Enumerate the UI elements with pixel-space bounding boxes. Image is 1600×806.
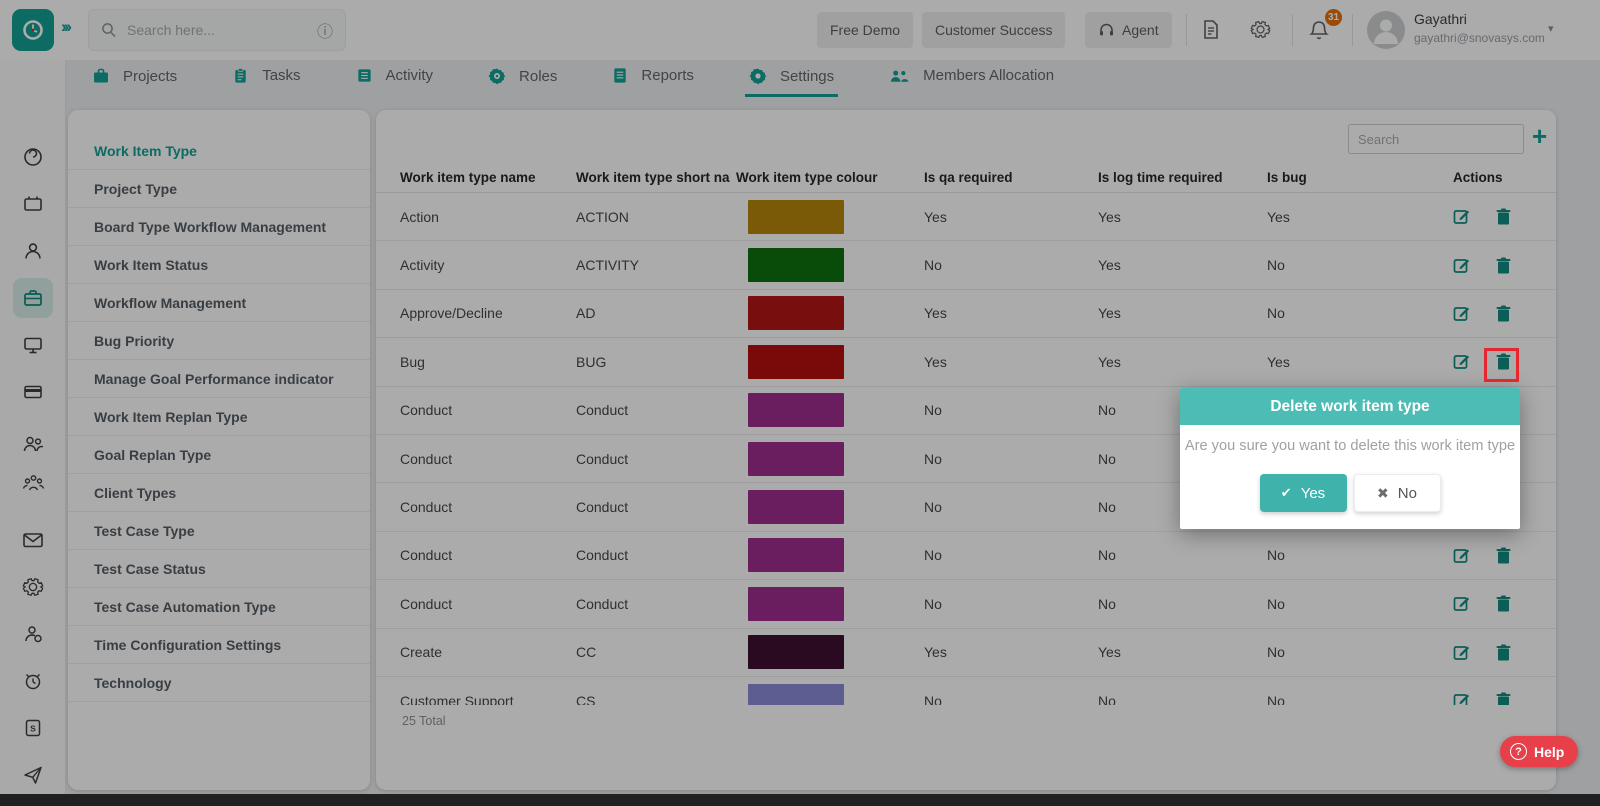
check-icon: ✔ bbox=[1280, 485, 1292, 500]
confirm-yes-button[interactable]: ✔ Yes bbox=[1259, 474, 1347, 512]
delete-work-item-type-dialog: Delete work item type Are you sure you w… bbox=[1180, 388, 1520, 529]
close-icon: ✖ bbox=[1377, 484, 1389, 501]
help-button[interactable]: ? Help bbox=[1500, 736, 1579, 767]
click-target-annotation bbox=[1484, 348, 1519, 382]
dialog-message: Are you sure you want to delete this wor… bbox=[1184, 438, 1516, 454]
question-icon: ? bbox=[1510, 743, 1527, 760]
dialog-title: Delete work item type bbox=[1180, 388, 1520, 425]
confirm-no-button[interactable]: ✖ No bbox=[1353, 474, 1441, 512]
